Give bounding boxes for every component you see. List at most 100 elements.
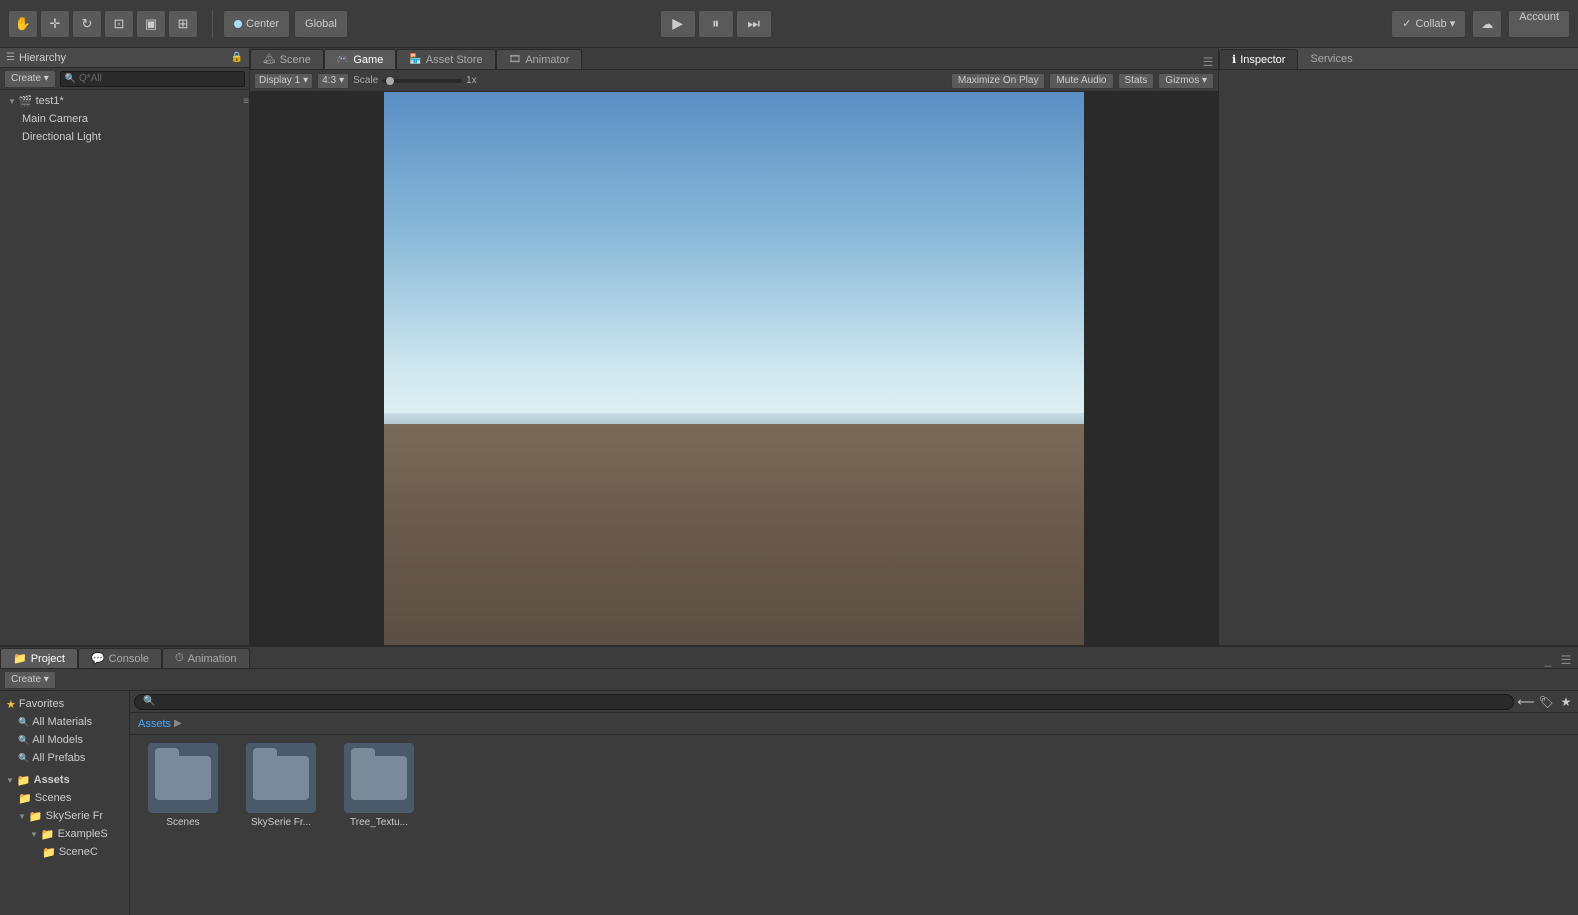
project-breadcrumb-bar: Assets ▶ — [130, 713, 1578, 735]
inspector-panel: ℹ Inspector Services — [1218, 48, 1578, 645]
hierarchy-search-placeholder: Q*All — [79, 73, 102, 84]
tab-services[interactable]: Services — [1298, 49, 1364, 69]
hierarchy-header: ☰ Hierarchy 🔒 — [0, 48, 249, 68]
move-tool-button[interactable]: ✛ — [40, 10, 70, 38]
hierarchy-item-main-camera[interactable]: Main Camera — [0, 110, 249, 128]
animator-tab-label: Animator — [525, 54, 569, 66]
project-create-button[interactable]: Create ▾ — [4, 671, 56, 689]
project-star-button[interactable]: ★ — [1558, 694, 1574, 710]
project-item-skyserie[interactable]: ▼ 📁 SkySerie Fr — [0, 807, 129, 825]
project-tab-label: Project — [31, 653, 65, 665]
pause-button[interactable]: ⏸ — [698, 10, 734, 38]
project-item-assets[interactable]: ▼ 📁 Assets — [0, 771, 129, 789]
project-create-label: Create ▾ — [11, 674, 49, 685]
pivot-center-button[interactable]: Center — [223, 10, 290, 38]
hierarchy-create-button[interactable]: Create ▾ — [4, 70, 56, 88]
hierarchy-panel-icon: ☰ — [6, 52, 15, 63]
hierarchy-item-directional-light[interactable]: Directional Light — [0, 128, 249, 146]
hierarchy-item-test1[interactable]: ▼ 🎬 test1* ≡ — [0, 92, 249, 110]
toolbar-divider-1 — [212, 10, 213, 38]
favorites-label: Favorites — [19, 698, 64, 710]
project-item-favorites[interactable]: ★ Favorites — [0, 695, 129, 713]
tab-asset-store[interactable]: 🏪 Asset Store — [396, 49, 495, 69]
collab-button[interactable]: ✓ Collab ▾ — [1391, 10, 1466, 38]
project-item-all-models[interactable]: 🔍 All Models — [0, 731, 129, 749]
aspect-select[interactable]: 4:3 ▾ — [317, 73, 349, 89]
step-button[interactable]: ⏭ — [736, 10, 772, 38]
pivot-global-button[interactable]: Global — [294, 10, 348, 38]
examples-label: ExampleS — [58, 828, 108, 840]
project-item-all-materials[interactable]: 🔍 All Materials — [0, 713, 129, 731]
pivot-global-label: Global — [305, 18, 337, 30]
breadcrumb-assets[interactable]: Assets — [138, 718, 171, 730]
aspect-label: 4:3 — [322, 75, 336, 86]
game-viewport[interactable] — [250, 92, 1218, 645]
scale-tool-button[interactable]: ⊡ — [104, 10, 134, 38]
asset-item-skyserie[interactable]: SkySerie Fr... — [236, 743, 326, 828]
asset-icon-scenes — [148, 743, 218, 813]
viewport-close-button[interactable]: ☰ — [1204, 55, 1218, 69]
bottom-maximize-button[interactable]: ☰ — [1558, 652, 1574, 668]
maximize-on-play-button[interactable]: Maximize On Play — [951, 73, 1046, 89]
tab-console[interactable]: 💬 Console — [78, 648, 162, 668]
hierarchy-item-label: Directional Light — [22, 131, 101, 143]
project-search-field[interactable]: 🔍 — [134, 694, 1514, 710]
hierarchy-item-label: Main Camera — [22, 113, 88, 125]
hierarchy-content: ▼ 🎬 test1* ≡ Main Camera Directional Lig… — [0, 90, 249, 645]
cloud-button[interactable]: ☁ — [1472, 10, 1502, 38]
project-item-examples[interactable]: ▼ 📁 ExampleS — [0, 825, 129, 843]
game-tab-label: Game — [353, 54, 383, 66]
rect-tool-button[interactable]: ▣ — [136, 10, 166, 38]
account-button[interactable]: Account — [1508, 10, 1570, 38]
all-models-search-icon: 🔍 — [18, 735, 29, 746]
play-button[interactable]: ▶ — [660, 10, 696, 38]
stats-button[interactable]: Stats — [1118, 73, 1155, 89]
skyserie-triangle: ▼ — [18, 812, 26, 821]
project-back-button[interactable]: ⟵ — [1518, 694, 1534, 710]
display-select[interactable]: Display 1 ▾ — [254, 73, 313, 89]
tab-animation[interactable]: ⏱ Animation — [162, 648, 250, 668]
viewport-tabs: 🏔 Scene 🎮 Game 🏪 Asset Store 🎞 Animator … — [250, 48, 1218, 70]
project-item-scenes[interactable]: 📁 Scenes — [0, 789, 129, 807]
hierarchy-item-options: ≡ — [243, 96, 249, 107]
asset-item-treetextu[interactable]: Tree_Textu... — [334, 743, 424, 828]
project-main-toolbar: 🔍 ⟵ 🏷 ★ — [130, 691, 1578, 713]
hierarchy-lock-button[interactable]: 🔒 — [231, 52, 243, 63]
tab-game[interactable]: 🎮 Game — [324, 49, 396, 69]
mute-audio-button[interactable]: Mute Audio — [1049, 73, 1113, 89]
play-controls: ▶ ⏸ ⏭ — [660, 10, 772, 38]
project-breadcrumb: Assets ▶ — [138, 718, 182, 730]
scale-slider-thumb — [386, 77, 394, 85]
tab-inspector[interactable]: ℹ Inspector — [1219, 49, 1298, 69]
scale-label: Scale — [353, 75, 378, 86]
tool-group: ✋ ✛ ↻ ⊡ ▣ ⊞ — [8, 10, 198, 38]
gizmos-button[interactable]: Gizmos ▾ — [1158, 73, 1214, 89]
rotate-tool-button[interactable]: ↻ — [72, 10, 102, 38]
transform-tool-button[interactable]: ⊞ — [168, 10, 198, 38]
project-tag-button[interactable]: 🏷 — [1538, 694, 1554, 710]
tab-scene[interactable]: 🏔 Scene — [250, 49, 324, 69]
project-search-icon: 🔍 — [143, 696, 155, 707]
project-item-all-prefabs[interactable]: 🔍 All Prefabs — [0, 749, 129, 767]
project-item-scenec[interactable]: 📁 SceneC — [0, 843, 129, 861]
account-label: Account — [1519, 11, 1559, 23]
scale-slider[interactable] — [382, 79, 462, 83]
tab-project[interactable]: 📁 Project — [0, 648, 78, 668]
bottom-minimize-button[interactable]: _ — [1540, 652, 1556, 668]
project-tab-icon: 📁 — [13, 652, 27, 665]
all-materials-label: All Materials — [32, 716, 92, 728]
hierarchy-create-label: Create ▾ — [11, 73, 49, 84]
hierarchy-search-field[interactable]: 🔍 Q*All — [60, 71, 245, 87]
tab-animator[interactable]: 🎞 Animator — [496, 49, 583, 69]
ground — [384, 424, 1084, 645]
all-materials-search-icon: 🔍 — [18, 717, 29, 728]
collab-label: Collab ▾ — [1415, 17, 1455, 30]
animation-tab-label: Animation — [188, 653, 237, 665]
scale-value: 1x — [466, 75, 477, 86]
hand-tool-button[interactable]: ✋ — [8, 10, 38, 38]
all-prefabs-label: All Prefabs — [32, 752, 85, 764]
asset-item-scenes[interactable]: Scenes — [138, 743, 228, 828]
gizmos-label: Gizmos ▾ — [1165, 75, 1207, 86]
mute-label: Mute Audio — [1056, 75, 1106, 86]
hierarchy-panel-title: Hierarchy — [19, 52, 227, 64]
